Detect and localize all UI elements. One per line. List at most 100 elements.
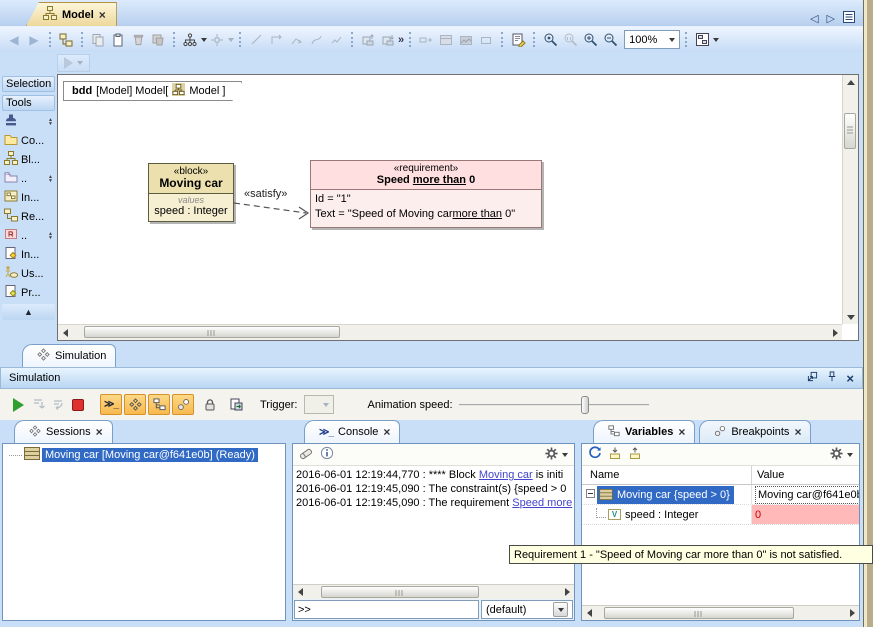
- spinner-icon[interactable]: ▲▼: [48, 175, 53, 183]
- chevron-down-icon[interactable]: [669, 38, 675, 42]
- palette-item-block[interactable]: Bl...: [0, 150, 57, 169]
- tab-breakpoints[interactable]: Breakpoints ×: [699, 420, 811, 443]
- paste-icon[interactable]: [108, 30, 128, 50]
- zoom-out-icon[interactable]: [600, 30, 620, 50]
- console-horizontal-scrollbar[interactable]: [293, 584, 574, 599]
- tab-variables[interactable]: Variables ×: [593, 420, 695, 443]
- expand-all-icon[interactable]: [608, 446, 622, 463]
- tab-model[interactable]: Model ×: [26, 2, 117, 26]
- related-elements-icon[interactable]: [180, 30, 200, 50]
- copy-icon[interactable]: [88, 30, 108, 50]
- chevron-down-icon[interactable]: [713, 38, 719, 42]
- dependency-up-icon[interactable]: [358, 30, 378, 50]
- tab-console[interactable]: ≫_ Console ×: [304, 420, 400, 443]
- specification-icon[interactable]: [508, 30, 528, 50]
- scroll-right-icon[interactable]: [828, 326, 842, 340]
- scroll-thumb[interactable]: [321, 586, 479, 598]
- image-icon[interactable]: [456, 30, 476, 50]
- variable-value-error[interactable]: 0: [752, 505, 859, 524]
- sessions-content[interactable]: Moving car [Moving car@f641e0b] (Ready): [2, 443, 286, 621]
- animation-speed-slider[interactable]: [459, 396, 649, 414]
- diagram-layout-icon[interactable]: [692, 30, 712, 50]
- back-icon[interactable]: ◀: [4, 30, 24, 50]
- diagram-canvas[interactable]: bdd [Model] Model[ Model ] «block» Movin…: [58, 75, 842, 324]
- float-window-icon[interactable]: [807, 371, 818, 385]
- close-icon[interactable]: ×: [383, 427, 390, 437]
- scroll-thumb[interactable]: [604, 607, 794, 619]
- scroll-thumb[interactable]: [844, 113, 856, 149]
- tab-simulation[interactable]: Simulation: [22, 344, 116, 367]
- toggle-console-pane[interactable]: ≫_: [100, 394, 122, 415]
- slider-handle[interactable]: [581, 396, 589, 414]
- chevron-down-icon[interactable]: [553, 602, 568, 617]
- element-link[interactable]: Speed more: [512, 497, 572, 509]
- line-tool-icon[interactable]: [246, 30, 266, 50]
- diagram-horizontal-scrollbar[interactable]: [58, 324, 842, 340]
- scroll-left-icon[interactable]: [58, 326, 72, 340]
- palette-selection-header[interactable]: Selection: [2, 76, 55, 92]
- dependency-down-icon[interactable]: [378, 30, 398, 50]
- play-disabled-icon[interactable]: [64, 57, 73, 69]
- prev-tab-icon[interactable]: ◁: [810, 12, 818, 25]
- refresh-icon[interactable]: [588, 446, 602, 463]
- delete-icon[interactable]: [128, 30, 148, 50]
- console-log[interactable]: 2016-06-01 12:19:44,770 : **** Block Mov…: [293, 466, 574, 584]
- toggle-variables-pane[interactable]: [148, 394, 170, 415]
- scroll-right-icon[interactable]: [560, 585, 574, 599]
- scroll-right-icon[interactable]: [845, 606, 859, 620]
- variable-value[interactable]: Moving car@f641e0b: [755, 486, 859, 504]
- chevron-down-icon[interactable]: [228, 38, 234, 42]
- export-results-icon[interactable]: [226, 395, 246, 415]
- tab-sessions[interactable]: Sessions ×: [14, 420, 113, 443]
- delete-from-model-icon[interactable]: [148, 30, 168, 50]
- chevron-down-icon[interactable]: [77, 61, 83, 65]
- diagram-name-header[interactable]: bdd [Model] Model[ Model ]: [63, 81, 242, 101]
- palette-tools-header[interactable]: Tools: [2, 95, 55, 111]
- next-tab-icon[interactable]: ▷: [827, 12, 835, 25]
- palette-collapse-icon[interactable]: ▲: [2, 304, 55, 320]
- pin-icon[interactable]: [827, 371, 837, 385]
- gear-icon[interactable]: [830, 447, 843, 463]
- clear-console-icon[interactable]: [299, 446, 314, 464]
- palette-item-requirement-element[interactable]: .. ▲▼: [0, 226, 57, 245]
- palette-item-internal-block[interactable]: In...: [0, 188, 57, 207]
- block-moving-car[interactable]: «block» Moving car values speed : Intege…: [148, 163, 234, 222]
- palette-item-instance[interactable]: In...: [0, 245, 57, 264]
- lock-icon[interactable]: [200, 395, 220, 415]
- close-icon[interactable]: ×: [846, 373, 854, 384]
- palette-item-profile[interactable]: Pr...: [0, 283, 57, 302]
- scroll-up-icon[interactable]: [844, 75, 858, 89]
- spinner-icon[interactable]: ▲▼: [48, 232, 53, 240]
- toggle-animation[interactable]: [124, 394, 146, 415]
- chevron-down-icon[interactable]: [847, 453, 853, 457]
- zoom-in-icon[interactable]: [580, 30, 600, 50]
- layout-grid-icon[interactable]: [436, 30, 456, 50]
- terminate-simulation-icon[interactable]: [68, 395, 88, 415]
- palette-item-package[interactable]: .. ▲▼: [0, 169, 57, 188]
- zoom-1-1-icon[interactable]: [560, 30, 580, 50]
- tab-list-icon[interactable]: [843, 11, 855, 26]
- scroll-thumb[interactable]: [84, 326, 340, 338]
- close-icon[interactable]: ×: [794, 427, 801, 437]
- rectilinear-tool-icon[interactable]: [266, 30, 286, 50]
- table-row[interactable]: V speed : Integer 0: [582, 505, 859, 525]
- scroll-down-icon[interactable]: [844, 310, 858, 324]
- zoom-fit-icon[interactable]: [540, 30, 560, 50]
- palette-item-common[interactable]: Co...: [0, 131, 57, 150]
- bezier-tool-icon[interactable]: [306, 30, 326, 50]
- diagram-area[interactable]: bdd [Model] Model[ Model ] «block» Movin…: [57, 74, 859, 341]
- scroll-left-icon[interactable]: [293, 585, 307, 599]
- chevron-down-icon[interactable]: [562, 453, 568, 457]
- gear-icon[interactable]: [545, 447, 558, 463]
- element-link[interactable]: Moving car: [479, 469, 533, 481]
- table-row[interactable]: Moving car {speed > 0} Moving car@f641e0…: [582, 485, 859, 505]
- palette-item-requirement[interactable]: Re...: [0, 207, 57, 226]
- console-command-input[interactable]: [294, 600, 479, 619]
- variable-name[interactable]: speed : Integer: [625, 509, 698, 521]
- palette-item-pointer[interactable]: ▲▼: [0, 112, 57, 131]
- value-property[interactable]: speed : Integer: [149, 205, 233, 217]
- shape-icon[interactable]: [476, 30, 496, 50]
- diagram-vertical-scrollbar[interactable]: [842, 75, 858, 324]
- column-name[interactable]: Name: [582, 466, 752, 484]
- step-into-icon[interactable]: [28, 395, 48, 415]
